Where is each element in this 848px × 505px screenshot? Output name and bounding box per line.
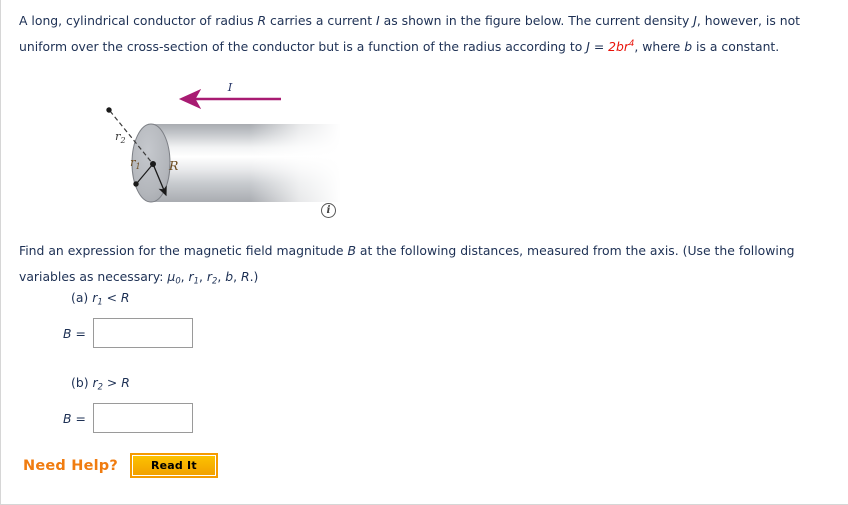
part-b-relation: > [102, 375, 122, 390]
part-a-label: (a) r1 < R [71, 290, 130, 306]
variable-R-list: R [241, 269, 250, 284]
question-text-1: Find an expression for the magnetic fiel… [19, 243, 348, 258]
equation-equals: = [589, 39, 609, 54]
statement-text-1: A long, cylindrical conductor of radius [19, 13, 258, 28]
question-text-2: at the following distances, measured fro… [355, 243, 735, 258]
conductor-figure: I r2 r1 R [96, 78, 376, 218]
statement-text-6: , where [634, 39, 685, 54]
variable-mu0: μ0 [167, 269, 180, 285]
equation-rhs: 2br4 [608, 39, 634, 54]
part-a-answer-label: B = [63, 325, 86, 341]
variable-r2: r2 [207, 269, 217, 285]
part-a-relation: < [102, 290, 121, 305]
part-b-label: (b) r2 > R [71, 375, 130, 391]
need-help-label: Need Help? [23, 457, 118, 474]
problem-page: A long, cylindrical conductor of radius … [0, 0, 848, 505]
problem-statement: A long, cylindrical conductor of radius … [19, 8, 831, 60]
part-b-answer-label: B = [63, 410, 86, 426]
cylinder-body [151, 124, 341, 202]
part-b-answer-input[interactable] [92, 403, 193, 433]
part-b-answer-row: B = [63, 403, 193, 433]
read-it-button[interactable]: Read It [129, 453, 218, 478]
current-arrow-label: I [227, 80, 233, 94]
variable-b: b [684, 39, 693, 54]
part-a-bound: R [120, 290, 130, 305]
part-a-answer-input[interactable] [92, 318, 193, 348]
part-a-variable: r1 [92, 290, 102, 306]
part-b-bound: R [121, 375, 130, 390]
variable-b-list: b [225, 269, 234, 284]
radius-R-label: R [168, 158, 178, 173]
variable-r1: r1 [189, 269, 199, 285]
equation-rhs-text: 2br [608, 39, 629, 54]
radius-r2-label: r2 [115, 129, 126, 145]
need-help-section: Need Help? Read It [23, 453, 218, 478]
vars-sep-4: , [233, 269, 241, 284]
statement-text-8: constant. [721, 39, 780, 54]
question-prompt: Find an expression for the magnetic fiel… [19, 238, 809, 290]
part-a-answer-row: B = [63, 318, 193, 348]
part-b-prefix: (b) [71, 375, 93, 390]
statement-text-4: , however, is [696, 13, 776, 28]
variable-R: R [257, 13, 267, 28]
question-variable-B: B [347, 243, 356, 258]
part-b-variable: r2 [92, 375, 102, 391]
vars-sep-2: , [199, 269, 207, 284]
statement-text-7: is a [692, 39, 718, 54]
part-a-prefix: (a) [71, 290, 93, 305]
info-icon[interactable]: i [321, 203, 336, 218]
vars-end: .) [249, 269, 259, 284]
statement-text-3: as shown in the figure below. The curren… [379, 13, 694, 28]
vars-sep-1: , [180, 269, 189, 284]
statement-text-2: carries a current [266, 13, 377, 28]
